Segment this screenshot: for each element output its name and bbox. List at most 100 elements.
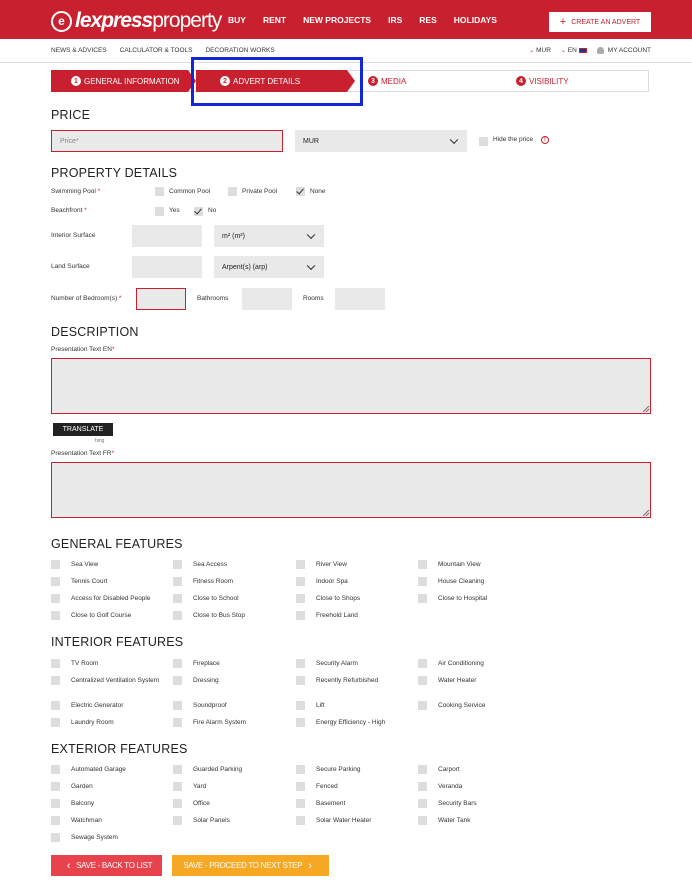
feature-checkbox[interactable] (418, 799, 427, 808)
feature-checkbox[interactable] (296, 718, 305, 727)
create-advert-button[interactable]: + CREATE AN ADVERT (549, 12, 651, 32)
feature-checkbox[interactable] (51, 718, 60, 727)
chevron-left-icon: ‹ (66, 859, 71, 872)
price-input[interactable]: Price* (51, 130, 283, 152)
feature-checkbox[interactable] (296, 659, 305, 668)
feature-label: Office (193, 800, 210, 807)
highlight-box (191, 57, 363, 106)
feature-checkbox[interactable] (418, 701, 427, 710)
feature-checkbox[interactable] (173, 782, 182, 791)
feature-checkbox[interactable] (418, 560, 427, 569)
feature-checkbox[interactable] (296, 560, 305, 569)
feature-label: Balcony (71, 800, 95, 807)
interior-unit-select[interactable]: m² (m²) (214, 225, 324, 247)
currency-select[interactable]: MUR (295, 130, 467, 152)
feature-checkbox[interactable] (51, 577, 60, 586)
nav-holidays[interactable]: HOLIDAYS (454, 15, 497, 25)
rooms-label: Rooms (303, 295, 324, 302)
resize-grip-icon[interactable] (643, 510, 649, 516)
feature-checkbox[interactable] (296, 577, 305, 586)
feature-checkbox[interactable] (418, 594, 427, 603)
feature-checkbox[interactable] (51, 560, 60, 569)
feature-label: Solar Panels (193, 817, 230, 824)
subnav-news[interactable]: NEWS & ADVICES (51, 47, 107, 54)
feature-label: Close to Bus Stop (193, 612, 246, 619)
bathrooms-input[interactable] (242, 288, 292, 310)
language-selector[interactable]: ⌄ EN (561, 47, 587, 54)
interior-surface-input[interactable] (132, 225, 202, 247)
currency-value: MUR (303, 137, 319, 145)
presentation-en-textarea[interactable] (51, 358, 651, 414)
feature-checkbox[interactable] (173, 659, 182, 668)
feature-label: Sea View (71, 561, 99, 568)
beach-yes-checkbox[interactable] (155, 207, 164, 216)
feature-checkbox[interactable] (296, 676, 305, 685)
feature-checkbox[interactable] (296, 701, 305, 710)
feature-checkbox[interactable] (51, 659, 60, 668)
feature-checkbox[interactable] (51, 833, 60, 842)
resize-grip-icon[interactable] (643, 406, 649, 412)
feature-checkbox[interactable] (418, 676, 427, 685)
feature-checkbox[interactable] (296, 816, 305, 825)
step-media[interactable]: 3 MEDIA (368, 70, 508, 92)
feature-checkbox[interactable] (173, 701, 182, 710)
nav-rent[interactable]: RENT (263, 15, 286, 25)
interior-surface-label: Interior Surface (51, 232, 96, 239)
beachfront-label: Beachfront * (51, 207, 87, 214)
save-back-label: SAVE - BACK TO LIST (76, 861, 153, 870)
account-label: MY ACCOUNT (607, 47, 651, 55)
pool-none-checkbox[interactable] (296, 187, 305, 196)
feature-checkbox[interactable] (173, 611, 182, 620)
feature-checkbox[interactable] (51, 611, 60, 620)
hide-price-checkbox[interactable] (479, 137, 488, 146)
step-visibility[interactable]: 4 VISIBILITY (516, 70, 646, 92)
feature-checkbox[interactable] (418, 659, 427, 668)
feature-checkbox[interactable] (296, 782, 305, 791)
feature-checkbox[interactable] (51, 676, 60, 685)
my-account-link[interactable]: MY ACCOUNT (596, 47, 651, 55)
feature-checkbox[interactable] (418, 577, 427, 586)
land-unit-select[interactable]: Arpent(s) (arp) (214, 256, 324, 278)
nav-irs[interactable]: IRS (388, 15, 402, 25)
pool-private-checkbox[interactable] (228, 187, 237, 196)
logo[interactable]: e lexpress property (51, 9, 222, 33)
subnav-calculator[interactable]: CALCULATOR & TOOLS (120, 47, 193, 54)
feature-checkbox[interactable] (173, 816, 182, 825)
feature-checkbox[interactable] (51, 701, 60, 710)
pool-common-checkbox[interactable] (155, 187, 164, 196)
presentation-fr-textarea[interactable] (51, 462, 651, 518)
feature-checkbox[interactable] (418, 782, 427, 791)
feature-checkbox[interactable] (51, 799, 60, 808)
feature-checkbox[interactable] (296, 611, 305, 620)
feature-checkbox[interactable] (418, 816, 427, 825)
translate-button[interactable]: TRANSLATE (53, 423, 113, 436)
nav-res[interactable]: RES (419, 15, 436, 25)
bedrooms-input[interactable] (136, 288, 186, 310)
step-general-information[interactable]: 1 GENERAL INFORMATION (51, 70, 188, 92)
feature-checkbox[interactable] (296, 799, 305, 808)
land-surface-input[interactable] (132, 256, 202, 278)
info-icon[interactable]: ! (541, 136, 549, 144)
feature-checkbox[interactable] (173, 765, 182, 774)
feature-checkbox[interactable] (51, 765, 60, 774)
save-back-button[interactable]: ‹ SAVE - BACK TO LIST (51, 855, 162, 876)
feature-checkbox[interactable] (51, 816, 60, 825)
feature-checkbox[interactable] (173, 560, 182, 569)
feature-checkbox[interactable] (173, 718, 182, 727)
feature-checkbox[interactable] (173, 594, 182, 603)
beach-no-checkbox[interactable] (194, 207, 203, 216)
currency-selector[interactable]: ⌄ MUR (529, 47, 551, 54)
feature-checkbox[interactable] (51, 594, 60, 603)
feature-checkbox[interactable] (173, 577, 182, 586)
feature-checkbox[interactable] (51, 782, 60, 791)
feature-checkbox[interactable] (173, 676, 182, 685)
feature-checkbox[interactable] (296, 765, 305, 774)
nav-buy[interactable]: BUY (228, 15, 246, 25)
rooms-input[interactable] (335, 288, 385, 310)
feature-checkbox[interactable] (418, 765, 427, 774)
feature-checkbox[interactable] (173, 799, 182, 808)
nav-new-projects[interactable]: NEW PROJECTS (303, 15, 371, 25)
subnav-decoration[interactable]: DECORATION WORKS (205, 47, 274, 54)
feature-checkbox[interactable] (296, 594, 305, 603)
save-next-button[interactable]: SAVE - PROCEED TO NEXT STEP › (172, 855, 329, 876)
